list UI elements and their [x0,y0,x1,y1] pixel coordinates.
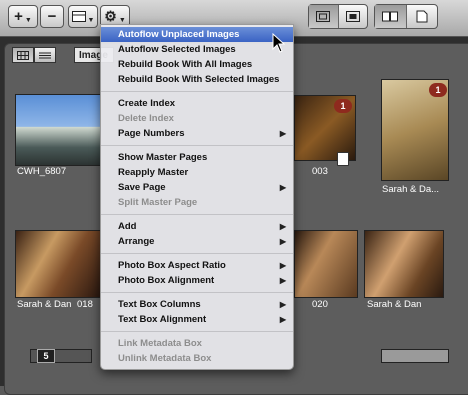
remove-button[interactable]: − [40,5,64,28]
menu-item-split-master-page: Split Master Page [101,195,293,210]
photo-thumbnail[interactable] [15,94,101,166]
submenu-arrow-icon: ▶ [279,300,286,309]
menu-item-reapply-master[interactable]: Reapply Master [101,165,293,180]
photo-thumbnail[interactable] [294,230,358,298]
book-open-icon [382,11,399,22]
menu-item-label: Autoflow Selected Images [118,44,236,55]
photo-caption: Sarah & Dan [367,299,422,310]
menu-item-label: Page Numbers [118,128,185,139]
submenu-arrow-icon: ▶ [279,315,286,324]
menu-item-rebuild-selected[interactable]: Rebuild Book With Selected Images [101,72,293,87]
menu-item-unlink-metadata-box: Unlink Metadata Box [101,351,293,366]
mouse-pointer-icon [272,33,286,53]
page-number-badge: 5 [37,349,55,363]
menu-item-label: Unlink Metadata Box [118,353,212,364]
photo-caption: 003 [312,166,328,177]
grid-icon [17,50,29,60]
menu-item-text-box-alignment[interactable]: Text Box Alignment ▶ [101,312,293,327]
menu-item-label: Show Master Pages [118,152,208,163]
menu-item-arrange[interactable]: Arrange ▶ [101,234,293,249]
usage-badge: 1 [334,99,352,113]
menu-item-label: Split Master Page [118,197,198,208]
add-label: + [14,8,23,25]
add-button[interactable]: + ▼ [8,5,38,28]
page-view-button[interactable] [337,5,368,28]
menu-separator [101,91,293,92]
menu-item-page-numbers[interactable]: Page Numbers ▶ [101,126,293,141]
menu-item-delete-index: Delete Index [101,111,293,126]
grid-view-button[interactable] [12,47,34,63]
menu-item-label: Reapply Master [118,167,189,178]
layout-button[interactable]: ▼ [68,5,98,28]
photo-caption: 020 [312,299,328,310]
submenu-arrow-icon: ▶ [279,183,286,192]
menu-item-create-index[interactable]: Create Index [101,96,293,111]
menu-item-label: Create Index [118,98,176,109]
photo-caption: 018 [77,299,93,310]
photo-thumbnail[interactable] [381,349,449,363]
menu-item-label: Text Box Columns [118,299,201,310]
page-icon [345,11,360,22]
list-icon [39,52,51,58]
submenu-arrow-icon: ▶ [279,261,286,270]
menu-item-photo-box-aspect-ratio[interactable]: Photo Box Aspect Ratio ▶ [101,258,293,273]
submenu-arrow-icon: ▶ [279,237,286,246]
chevron-down-icon: ▼ [118,17,126,24]
menu-item-label: Photo Box Aspect Ratio [118,260,226,271]
action-context-menu: Autoflow Unplaced Images Autoflow Select… [100,24,294,370]
menu-separator [101,145,293,146]
menu-separator [101,214,293,215]
photo-thumbnail[interactable] [15,230,101,298]
menu-item-show-master-pages[interactable]: Show Master Pages [101,150,293,165]
remove-label: − [47,8,57,25]
menu-separator [101,292,293,293]
menu-item-label: Text Box Alignment [118,314,207,325]
submenu-arrow-icon: ▶ [279,276,286,285]
menu-separator [101,253,293,254]
menu-item-save-page[interactable]: Save Page ▶ [101,180,293,195]
menu-item-label: Link Metadata Box [118,338,202,349]
menu-item-label: Add [118,221,137,232]
submenu-arrow-icon: ▶ [279,129,286,138]
book-view-button[interactable] [375,5,406,28]
frame-icon [316,11,331,22]
submenu-arrow-icon: ▶ [279,222,286,231]
photo-caption: CWH_6807 [17,166,67,177]
browser-view-toggle [12,47,56,65]
document-icon [337,152,349,166]
photo-caption: Sarah & Da... [382,184,440,195]
menu-item-autoflow-unplaced[interactable]: Autoflow Unplaced Images [101,27,293,42]
gear-icon: ⚙ [104,8,117,24]
menu-item-rebuild-all[interactable]: Rebuild Book With All Images [101,57,293,72]
menu-separator [101,331,293,332]
menu-item-photo-box-alignment[interactable]: Photo Box Alignment ▶ [101,273,293,288]
menu-item-label: Autoflow Unplaced Images [118,29,240,40]
menu-item-add[interactable]: Add ▶ [101,219,293,234]
menu-item-label: Rebuild Book With Selected Images [118,74,280,85]
menu-item-link-metadata-box: Link Metadata Box [101,336,293,351]
mode-segmented-control [374,4,438,29]
photo-thumbnail[interactable] [364,230,444,298]
usage-badge: 1 [429,83,447,97]
single-page-icon [416,10,428,23]
layout-icon [71,11,86,22]
chevron-down-icon: ▼ [87,17,95,24]
chevron-down-icon: ▼ [24,17,32,24]
frame-view-button[interactable] [309,5,338,28]
photo-caption: Sarah & Dan [17,299,72,310]
menu-item-text-box-columns[interactable]: Text Box Columns ▶ [101,297,293,312]
menu-item-label: Delete Index [118,113,174,124]
menu-item-label: Save Page [118,182,166,193]
list-view-button[interactable] [34,47,56,63]
menu-item-label: Arrange [118,236,155,247]
view-segmented-control [308,4,368,29]
menu-item-label: Rebuild Book With All Images [118,59,253,70]
single-page-button[interactable] [405,5,438,28]
menu-item-label: Photo Box Alignment [118,275,215,286]
menu-item-autoflow-selected[interactable]: Autoflow Selected Images [101,42,293,57]
